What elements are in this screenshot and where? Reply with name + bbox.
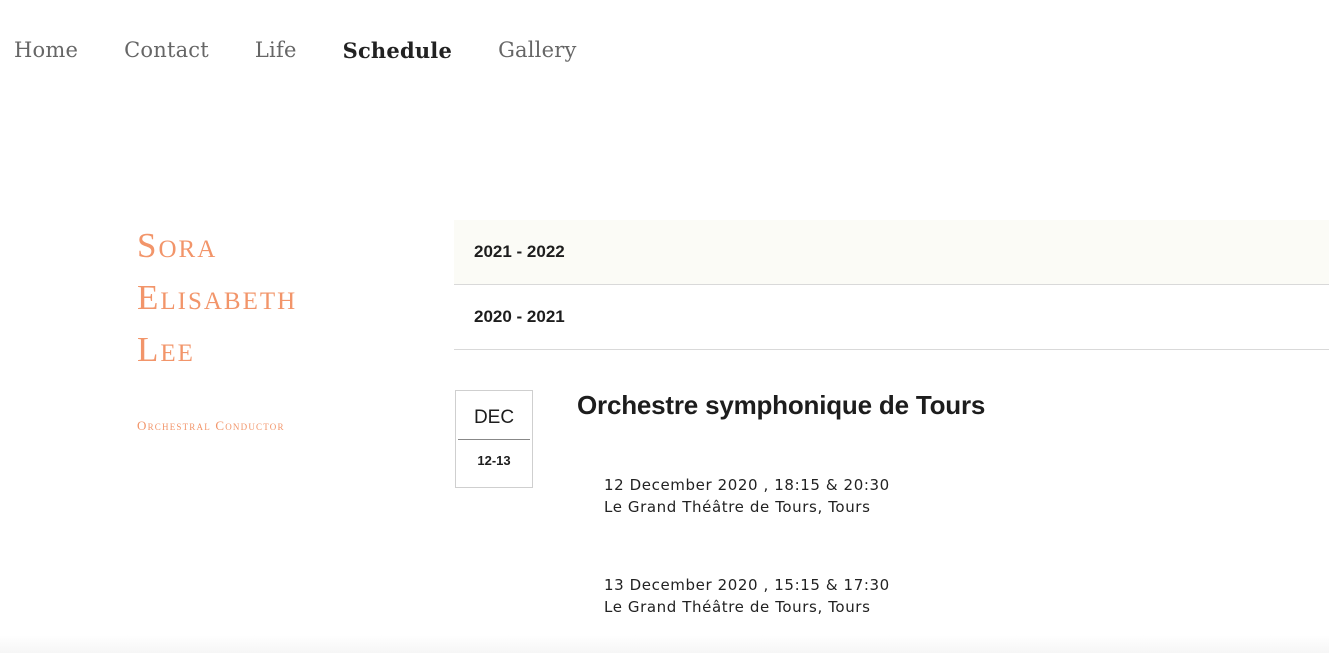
season-accordion: 2021 - 2022 2020 - 2021	[454, 220, 1329, 350]
top-nav: Home Contact Life Schedule Gallery	[14, 33, 623, 67]
event-month: DEC	[473, 407, 515, 428]
brand-block: Sora Elisabeth Lee Orchestral Conductor	[137, 220, 437, 434]
performance-datetime: 13 December 2020 , 15:15 & 17:30	[604, 576, 890, 594]
season-tab-2020-2021[interactable]: 2020 - 2021	[454, 285, 1329, 350]
season-tab-2021-2022[interactable]: 2021 - 2022	[454, 220, 1329, 285]
nav-item-gallery[interactable]: Gallery	[498, 38, 576, 62]
event-date-badge: DEC 12-13	[455, 390, 533, 488]
nav-item-life[interactable]: Life	[255, 38, 297, 62]
performance-datetime: 12 December 2020 , 18:15 & 20:30	[604, 476, 890, 494]
nav-item-schedule[interactable]: Schedule	[343, 38, 452, 63]
performance-item: 12 December 2020 , 18:15 & 20:30 Le Gran…	[604, 474, 890, 518]
artist-name[interactable]: Sora Elisabeth Lee	[137, 220, 437, 376]
date-divider	[458, 439, 530, 440]
artist-name-line-first: Sora	[137, 226, 218, 265]
event-days: 12-13	[477, 453, 511, 468]
performance-venue: Le Grand Théâtre de Tours, Tours	[604, 498, 871, 516]
page-bottom-fade	[0, 635, 1329, 653]
nav-item-home[interactable]: Home	[14, 38, 78, 62]
nav-item-contact[interactable]: Contact	[124, 38, 209, 62]
performance-venue: Le Grand Théâtre de Tours, Tours	[604, 598, 871, 616]
performance-item: 13 December 2020 , 15:15 & 17:30 Le Gran…	[604, 574, 890, 618]
artist-name-line-middle: Elisabeth	[137, 278, 298, 317]
artist-subtitle: Orchestral Conductor	[137, 418, 285, 433]
artist-name-line-last: Lee	[137, 330, 195, 369]
event-title: Orchestre symphonique de Tours	[577, 390, 986, 420]
